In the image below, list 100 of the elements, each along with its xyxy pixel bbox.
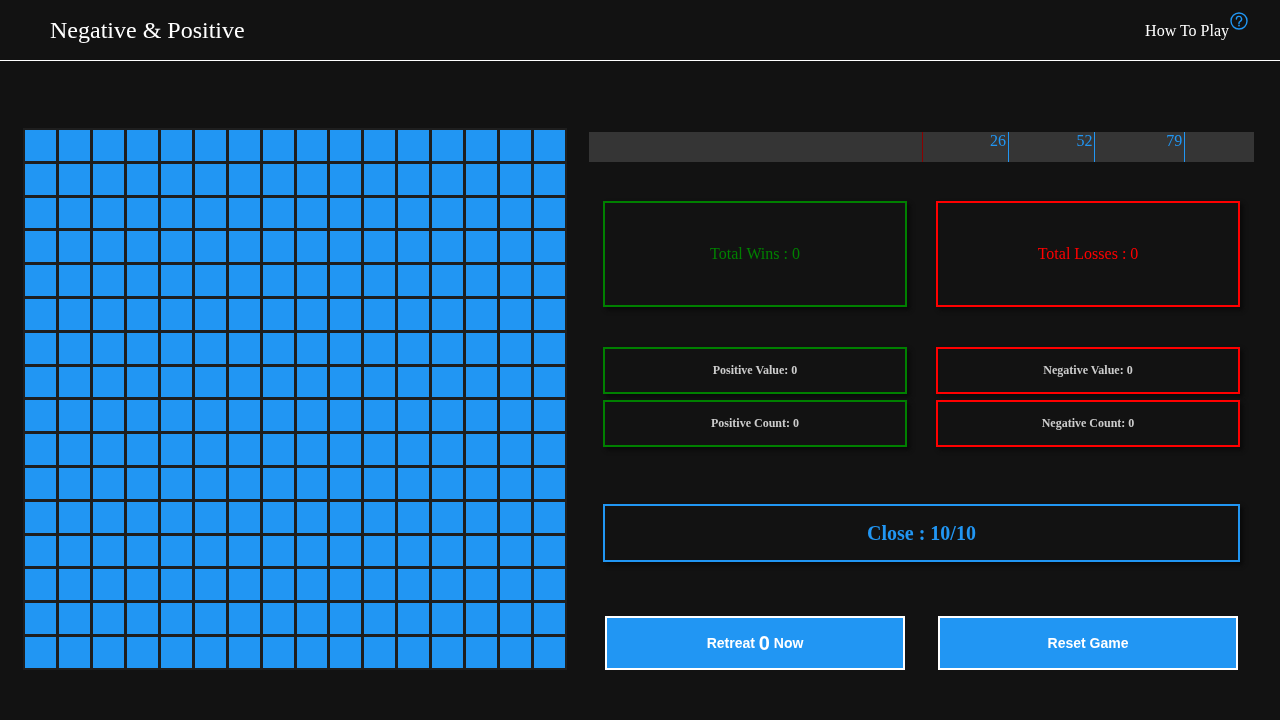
grid-tile[interactable] (534, 332, 565, 364)
grid-tile[interactable] (296, 467, 328, 499)
grid-tile[interactable] (398, 265, 430, 296)
grid-tile[interactable] (466, 467, 498, 499)
grid-tile[interactable] (500, 332, 532, 364)
grid-tile[interactable] (330, 197, 362, 229)
grid-tile[interactable] (500, 501, 532, 533)
grid-tile[interactable] (160, 400, 192, 432)
grid-tile[interactable] (296, 535, 328, 567)
grid-tile[interactable] (228, 467, 260, 499)
grid-tile[interactable] (500, 163, 532, 195)
grid-tile[interactable] (25, 434, 56, 465)
grid-tile[interactable] (58, 400, 90, 432)
grid-tile[interactable] (296, 299, 328, 330)
grid-tile[interactable] (500, 535, 532, 567)
grid-tile[interactable] (58, 197, 90, 229)
grid-tile[interactable] (228, 231, 260, 263)
grid-tile[interactable] (160, 130, 192, 161)
grid-tile[interactable] (160, 434, 192, 465)
grid-tile[interactable] (194, 535, 226, 567)
grid-tile[interactable] (432, 299, 464, 330)
grid-tile[interactable] (126, 434, 158, 465)
grid-tile[interactable] (262, 197, 294, 229)
grid-tile[interactable] (92, 535, 124, 567)
grid-tile[interactable] (398, 299, 430, 330)
grid-tile[interactable] (262, 569, 294, 601)
grid-tile[interactable] (262, 299, 294, 330)
grid-tile[interactable] (25, 197, 56, 229)
grid-tile[interactable] (330, 535, 362, 567)
grid-tile[interactable] (364, 603, 396, 634)
grid-tile[interactable] (228, 535, 260, 567)
grid-tile[interactable] (160, 501, 192, 533)
grid-tile[interactable] (364, 130, 396, 161)
grid-tile[interactable] (58, 535, 90, 567)
grid-tile[interactable] (500, 366, 532, 398)
grid-tile[interactable] (398, 467, 430, 499)
grid-tile[interactable] (194, 332, 226, 364)
grid-tile[interactable] (92, 197, 124, 229)
grid-tile[interactable] (228, 366, 260, 398)
grid-tile[interactable] (25, 501, 56, 533)
grid-tile[interactable] (58, 231, 90, 263)
grid-tile[interactable] (160, 467, 192, 499)
grid-tile[interactable] (364, 332, 396, 364)
grid-tile[interactable] (92, 231, 124, 263)
grid-tile[interactable] (500, 569, 532, 601)
grid-tile[interactable] (25, 265, 56, 296)
grid-tile[interactable] (432, 501, 464, 533)
grid-tile[interactable] (160, 265, 192, 296)
grid-tile[interactable] (58, 265, 90, 296)
grid-tile[interactable] (160, 332, 192, 364)
grid-tile[interactable] (92, 400, 124, 432)
grid-tile[interactable] (398, 197, 430, 229)
grid-tile[interactable] (398, 400, 430, 432)
grid-tile[interactable] (330, 366, 362, 398)
grid-tile[interactable] (330, 231, 362, 263)
grid-tile[interactable] (534, 231, 565, 263)
grid-tile[interactable] (398, 569, 430, 601)
how-to-play-link[interactable]: How To Play (1145, 22, 1229, 40)
grid-tile[interactable] (58, 569, 90, 601)
grid-tile[interactable] (194, 366, 226, 398)
grid-tile[interactable] (364, 231, 396, 263)
grid-tile[interactable] (466, 231, 498, 263)
grid-tile[interactable] (25, 603, 56, 634)
grid-tile[interactable] (534, 265, 565, 296)
grid-tile[interactable] (432, 163, 464, 195)
grid-tile[interactable] (534, 636, 565, 668)
grid-tile[interactable] (160, 569, 192, 601)
grid-tile[interactable] (126, 231, 158, 263)
grid-tile[interactable] (58, 130, 90, 161)
grid-tile[interactable] (534, 434, 565, 465)
grid-tile[interactable] (126, 299, 158, 330)
grid-tile[interactable] (92, 332, 124, 364)
grid-tile[interactable] (194, 231, 226, 263)
grid-tile[interactable] (398, 366, 430, 398)
grid-tile[interactable] (466, 197, 498, 229)
grid-tile[interactable] (364, 299, 396, 330)
grid-tile[interactable] (228, 603, 260, 634)
grid-tile[interactable] (432, 636, 464, 668)
grid-tile[interactable] (58, 636, 90, 668)
grid-tile[interactable] (500, 299, 532, 330)
grid-tile[interactable] (262, 265, 294, 296)
grid-tile[interactable] (262, 467, 294, 499)
grid-tile[interactable] (194, 603, 226, 634)
grid-tile[interactable] (126, 400, 158, 432)
grid-tile[interactable] (160, 636, 192, 668)
grid-tile[interactable] (25, 535, 56, 567)
grid-tile[interactable] (160, 163, 192, 195)
grid-tile[interactable] (194, 501, 226, 533)
help-icon[interactable] (1230, 12, 1248, 30)
grid-tile[interactable] (500, 603, 532, 634)
grid-tile[interactable] (364, 569, 396, 601)
grid-tile[interactable] (126, 501, 158, 533)
grid-tile[interactable] (466, 299, 498, 330)
grid-tile[interactable] (58, 501, 90, 533)
grid-tile[interactable] (296, 636, 328, 668)
grid-tile[interactable] (25, 400, 56, 432)
grid-tile[interactable] (262, 400, 294, 432)
grid-tile[interactable] (534, 366, 565, 398)
grid-tile[interactable] (228, 265, 260, 296)
grid-tile[interactable] (262, 163, 294, 195)
